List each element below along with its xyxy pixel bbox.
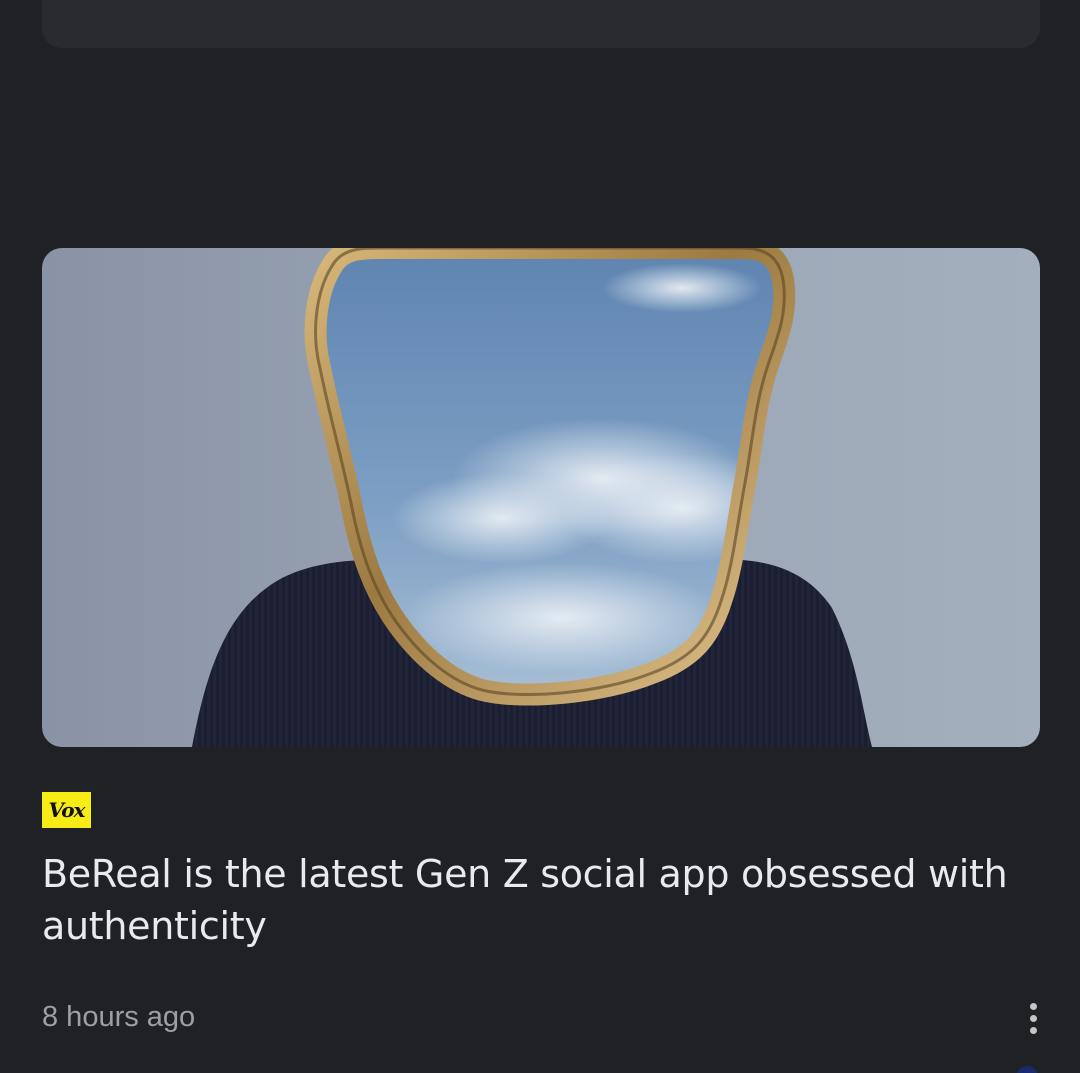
source-logo-text: Vox — [48, 798, 86, 822]
article-timestamp: 8 hours ago — [42, 1001, 196, 1033]
vox-logo[interactable]: Vox — [42, 792, 91, 828]
more-vert-icon — [1029, 1002, 1037, 1010]
more-options-button[interactable] — [1018, 997, 1048, 1039]
article-image-graphic — [42, 248, 1040, 747]
more-vert-icon-dot — [1029, 1014, 1037, 1022]
article-headline[interactable]: BeReal is the latest Gen Z social app ob… — [42, 848, 1040, 952]
article-image[interactable] — [42, 248, 1040, 747]
article-card[interactable]: Vox BeReal is the latest Gen Z social ap… — [42, 248, 1040, 1034]
floating-button-edge[interactable] — [1016, 1066, 1038, 1073]
previous-article-card[interactable] — [42, 0, 1040, 48]
news-feed: Vox BeReal is the latest Gen Z social ap… — [0, 0, 1080, 1073]
more-vert-icon-dot — [1029, 1026, 1037, 1034]
